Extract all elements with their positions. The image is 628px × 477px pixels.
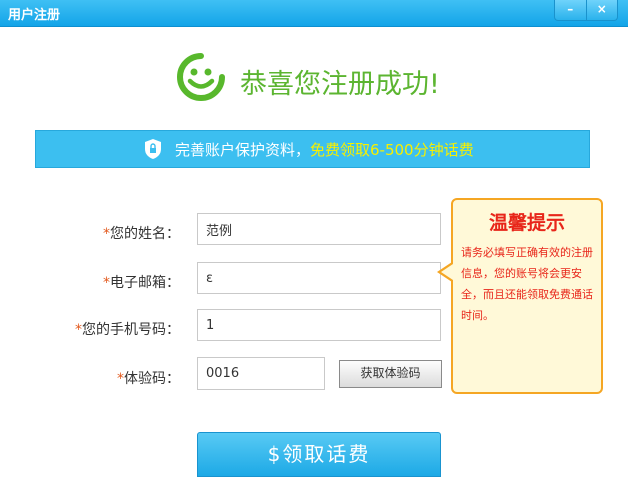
- tip-body: 请务必填写正确有效的注册信息，您的账号将会更安全，而且还能领取免费通话时间。: [461, 246, 593, 322]
- smiley-logo-icon: [177, 53, 225, 101]
- banner-highlight-text: 免费领取6-500分钟话费: [310, 141, 474, 159]
- email-label: *电子邮箱：: [103, 275, 180, 291]
- code-input[interactable]: [197, 357, 325, 390]
- claim-credit-button[interactable]: $领取话费: [197, 432, 441, 477]
- banner-lead-text: 完善账户保护资料，: [175, 141, 311, 159]
- phone-label: *您的手机号码：: [75, 322, 180, 338]
- banner-text: 完善账户保护资料，免费领取6-500分钟话费: [175, 139, 474, 160]
- minimize-button[interactable]: –: [555, 0, 586, 20]
- title-bar: 用户注册 – ×: [0, 0, 628, 27]
- tip-box: 温馨提示 请务必填写正确有效的注册信息，您的账号将会更安全，而且还能领取免费通话…: [451, 198, 603, 394]
- tip-pointer-fill: [441, 264, 453, 280]
- tip-title: 温馨提示: [488, 212, 565, 234]
- close-button[interactable]: ×: [585, 0, 618, 20]
- get-code-button[interactable]: 获取体验码: [339, 360, 442, 388]
- required-mark: *: [75, 322, 82, 338]
- shield-icon: [145, 139, 161, 159]
- required-mark: *: [117, 371, 124, 387]
- email-input[interactable]: [197, 262, 441, 294]
- phone-input[interactable]: [197, 309, 441, 341]
- window-controls: – ×: [554, 0, 618, 21]
- window-title: 用户注册: [8, 8, 61, 23]
- name-label: *您的姓名：: [103, 226, 180, 242]
- success-message: 恭喜您注册成功!: [240, 69, 440, 100]
- name-input[interactable]: [197, 213, 441, 245]
- required-mark: *: [103, 275, 110, 291]
- required-mark: *: [103, 226, 110, 242]
- code-label: *体验码：: [117, 371, 180, 387]
- account-protection-banner: 完善账户保护资料，免费领取6-500分钟话费: [35, 130, 590, 168]
